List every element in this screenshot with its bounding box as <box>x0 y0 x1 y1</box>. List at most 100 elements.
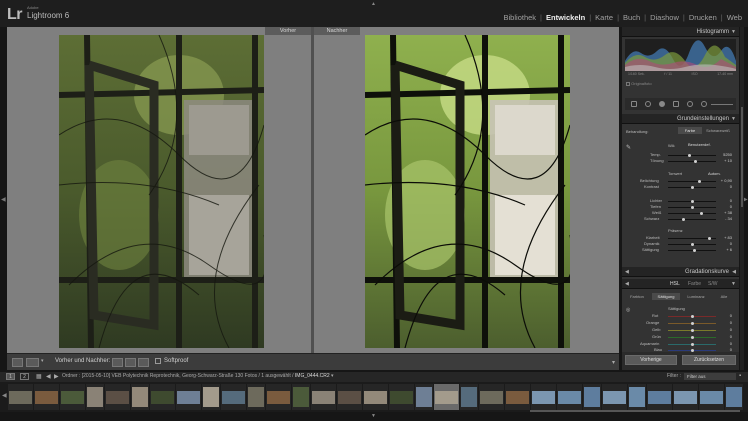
filmstrip-thumbnail[interactable] <box>628 384 646 410</box>
module-entwickeln[interactable]: Entwickeln <box>546 13 585 22</box>
filmstrip-thumbnail[interactable] <box>389 384 414 410</box>
crop-tool-icon[interactable] <box>631 101 637 107</box>
page-2-button[interactable]: 2 <box>20 373 29 380</box>
filmstrip-thumbnail[interactable] <box>725 384 743 410</box>
blacks-slider-knob[interactable] <box>682 218 685 221</box>
whites-slider-knob[interactable] <box>700 212 703 215</box>
path-dropdown-icon[interactable]: ▾ <box>331 373 334 379</box>
target-adjust-icon[interactable]: ◎ <box>626 307 630 313</box>
adjustment-brush-icon[interactable] <box>701 101 707 107</box>
filmstrip-thumbnail[interactable] <box>479 384 504 410</box>
clarity-slider-knob[interactable] <box>708 237 711 240</box>
filmstrip-thumbnail[interactable] <box>8 384 33 410</box>
toolbar-menu-icon[interactable]: ▾ <box>612 359 615 366</box>
luminance-subtab[interactable]: Luminanz <box>682 293 710 300</box>
filmstrip-thumbnail[interactable] <box>34 384 59 410</box>
eyedropper-icon[interactable]: ✎ <box>626 144 631 151</box>
scrollbar-thumb[interactable] <box>741 107 743 207</box>
filmstrip-thumbnail[interactable] <box>505 384 530 410</box>
filmstrip-thumbnail[interactable] <box>202 384 220 410</box>
all-subtab[interactable]: Alle <box>712 293 736 300</box>
copy-before-after-button[interactable] <box>112 358 123 367</box>
filmstrip-thumbnail[interactable] <box>557 384 582 410</box>
hsl-green-value[interactable]: 0 <box>716 334 732 339</box>
left-panel-arrow-icon[interactable]: ◀ <box>1 196 6 203</box>
hsl-green-knob[interactable] <box>691 336 694 339</box>
temp-slider[interactable] <box>668 155 716 156</box>
collapse-bottom-arrow-icon[interactable]: ▼ <box>371 413 376 419</box>
hsl-aqua-knob[interactable] <box>691 343 694 346</box>
module-web[interactable]: Web <box>727 13 742 22</box>
filmstrip-thumbnail[interactable] <box>699 384 724 410</box>
graduated-filter-icon[interactable] <box>673 101 679 107</box>
previous-button[interactable]: Vorherige <box>625 355 677 365</box>
original-photo-checkbox[interactable] <box>626 81 630 86</box>
copy-after-before-button[interactable] <box>125 358 136 367</box>
shadows-slider-knob[interactable] <box>691 206 694 209</box>
vibrance-value[interactable]: 0 <box>716 241 732 246</box>
filmstrip-thumbnail[interactable] <box>434 384 459 410</box>
exposure-slider-knob[interactable] <box>698 180 701 183</box>
filmstrip-thumbnail[interactable] <box>647 384 672 410</box>
whites-slider[interactable] <box>668 213 716 214</box>
filmstrip-scrollbar[interactable] <box>530 410 740 412</box>
blacks-value[interactable]: - 34 <box>716 216 732 221</box>
saturation-value[interactable]: + 6 <box>716 247 732 252</box>
back-arrow-icon[interactable]: ◀ <box>46 373 51 380</box>
auto-tone-button[interactable]: Autom. <box>708 171 721 176</box>
filmstrip-thumbnail[interactable] <box>602 384 627 410</box>
filmstrip-thumbnail[interactable] <box>292 384 310 410</box>
swap-before-after-button[interactable] <box>138 358 149 367</box>
bw-tab[interactable]: S/W <box>708 281 717 287</box>
before-after-mode-button[interactable] <box>26 358 39 367</box>
treatment-color-button[interactable]: Farbe <box>678 127 702 134</box>
vibrance-slider-knob[interactable] <box>691 243 694 246</box>
hsl-orange-value[interactable]: 0 <box>716 320 732 325</box>
filmstrip-thumbnail[interactable] <box>131 384 149 410</box>
blacks-slider[interactable] <box>668 219 716 220</box>
filmstrip-thumbnail[interactable] <box>363 384 388 410</box>
module-diashow[interactable]: Diashow <box>650 13 679 22</box>
module-karte[interactable]: Karte <box>595 13 613 22</box>
reset-button[interactable]: Zurücksetzen <box>682 355 736 365</box>
shadows-value[interactable]: 0 <box>716 204 732 209</box>
filmstrip-thumbnail[interactable] <box>311 384 336 410</box>
treatment-bw-button[interactable]: Schwarzweiß <box>702 127 734 134</box>
filmstrip-thumbnail[interactable] <box>176 384 201 410</box>
filmstrip-thumbnail[interactable] <box>531 384 556 410</box>
hsl-header[interactable]: ◀ HSL Farbe S/W ▼ <box>622 279 739 289</box>
filmstrip-thumbnail[interactable] <box>105 384 130 410</box>
filmstrip-thumbnail[interactable] <box>337 384 362 410</box>
clarity-value[interactable]: + 83 <box>716 235 732 240</box>
filmstrip-thumbnail[interactable] <box>247 384 265 410</box>
filmstrip-left-arrow-icon[interactable]: ◀ <box>2 392 7 399</box>
exposure-value[interactable]: + 0,90 <box>716 178 732 183</box>
highlights-slider-knob[interactable] <box>691 200 694 203</box>
highlights-value[interactable]: 0 <box>716 198 732 203</box>
hsl-red-knob[interactable] <box>691 315 694 318</box>
exposure-slider[interactable] <box>668 181 716 182</box>
spot-removal-icon[interactable] <box>645 101 651 107</box>
softproof-checkbox[interactable] <box>155 358 161 364</box>
hsl-aqua-value[interactable]: 0 <box>716 341 732 346</box>
filmstrip-thumbnail[interactable] <box>460 384 478 410</box>
filmstrip-thumbnail[interactable] <box>673 384 698 410</box>
hsl-yellow-value[interactable]: 0 <box>716 327 732 332</box>
filmstrip-thumbnail[interactable] <box>583 384 601 410</box>
tint-value[interactable]: + 10 <box>716 158 732 163</box>
histogram-header[interactable]: Histogramm ▼ <box>622 27 739 37</box>
right-panel-scrollbar[interactable] <box>740 27 744 370</box>
grid-view-icon[interactable]: ▦ <box>36 373 42 380</box>
tool-slider[interactable] <box>711 104 733 105</box>
hsl-tab[interactable]: HSL <box>670 281 680 287</box>
redeye-icon[interactable] <box>659 101 665 107</box>
whites-value[interactable]: + 38 <box>716 210 732 215</box>
forward-arrow-icon[interactable]: ▶ <box>54 373 59 380</box>
mode-dropdown-icon[interactable]: ▾ <box>41 358 44 364</box>
saturation-slider-knob[interactable] <box>693 249 696 252</box>
temp-value[interactable]: 5250 <box>716 152 732 157</box>
module-bibliothek[interactable]: Bibliothek <box>504 13 537 22</box>
hue-subtab[interactable]: Farbton <box>624 293 650 300</box>
loupe-view-button[interactable] <box>12 358 23 367</box>
filmstrip-thumbnail[interactable] <box>60 384 85 410</box>
